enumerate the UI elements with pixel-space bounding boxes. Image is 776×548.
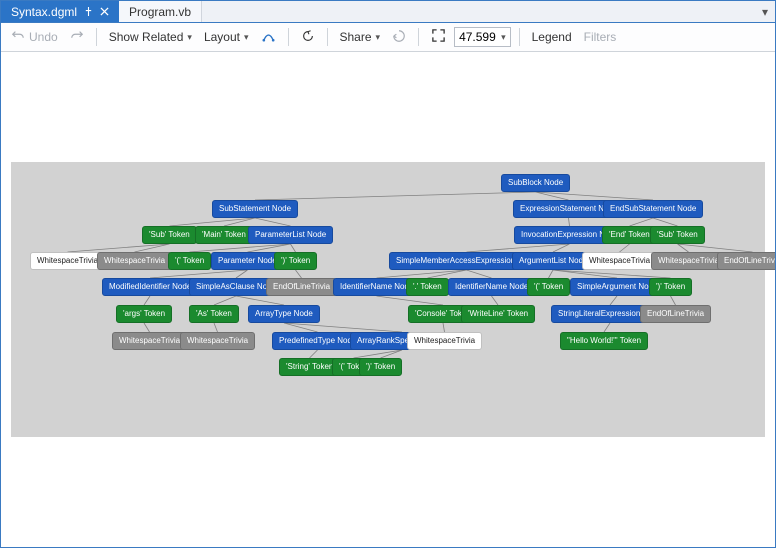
graph-node[interactable]: WhitespaceTrivia xyxy=(407,332,482,350)
layout-label: Layout xyxy=(204,30,240,44)
pin-icon[interactable] xyxy=(83,7,93,16)
redo-button[interactable] xyxy=(66,27,88,48)
refresh-icon xyxy=(301,29,315,46)
refresh-button[interactable] xyxy=(297,27,319,48)
fit-zoom-button[interactable] xyxy=(427,26,450,48)
graph-node[interactable]: WhitespaceTrivia xyxy=(582,252,657,270)
graph-node[interactable]: '.' Token xyxy=(406,278,449,296)
graph-node[interactable]: WhitespaceTrivia xyxy=(651,252,726,270)
chevron-down-icon: ▾ xyxy=(376,32,381,43)
graph-node[interactable]: EndOfLineTrivia xyxy=(717,252,775,270)
graph-node[interactable]: 'Main' Token xyxy=(195,226,253,244)
share-dropdown[interactable]: Share ▾ xyxy=(336,28,385,46)
tab-syntax-dgml[interactable]: Syntax.dgml xyxy=(1,1,119,22)
neighborhood-mode-button[interactable] xyxy=(257,26,280,48)
graph-node[interactable]: WhitespaceTrivia xyxy=(30,252,105,270)
separator xyxy=(96,28,97,46)
undo-icon xyxy=(11,29,25,46)
show-related-label: Show Related xyxy=(109,30,184,44)
separator xyxy=(288,28,289,46)
chevron-down-icon: ▾ xyxy=(762,5,768,19)
close-icon[interactable] xyxy=(99,7,109,16)
redo-icon xyxy=(70,29,84,46)
graph-node[interactable]: ')' Token xyxy=(274,252,317,270)
graph-node[interactable]: 'End' Token xyxy=(602,226,657,244)
tab-bar: Syntax.dgml Program.vb ▾ xyxy=(1,1,775,23)
graph-node[interactable]: SubBlock Node xyxy=(501,174,570,192)
tab-overflow-menu[interactable]: ▾ xyxy=(755,1,775,22)
zoom-input[interactable]: ▾ xyxy=(454,27,511,47)
graph-node[interactable]: EndOfLineTrivia xyxy=(640,305,711,323)
graph-node[interactable]: EndSubStatement Node xyxy=(603,200,703,218)
filters-button[interactable]: Filters xyxy=(580,28,621,46)
graph-node[interactable]: 'As' Token xyxy=(189,305,239,323)
graph-node[interactable]: IdentifierName Node xyxy=(448,278,535,296)
graph-node[interactable]: SubStatement Node xyxy=(212,200,298,218)
graph-node[interactable]: WhitespaceTrivia xyxy=(97,252,172,270)
filters-label: Filters xyxy=(584,30,617,44)
undo-button[interactable]: Undo xyxy=(7,27,62,48)
canvas-area[interactable]: SubBlock NodeSubStatement NodeExpression… xyxy=(1,52,775,547)
graph-node[interactable]: ')' Token xyxy=(649,278,692,296)
graph-node[interactable]: 'Sub' Token xyxy=(650,226,705,244)
separator xyxy=(418,28,419,46)
chevron-down-icon: ▾ xyxy=(244,32,249,43)
graph-node[interactable]: ParameterList Node xyxy=(248,226,333,244)
graph-node[interactable]: WhitespaceTrivia xyxy=(180,332,255,350)
tab-label: Program.vb xyxy=(129,5,191,19)
tab-program-vb[interactable]: Program.vb xyxy=(119,1,202,22)
tab-label: Syntax.dgml xyxy=(11,5,77,19)
show-related-dropdown[interactable]: Show Related ▾ xyxy=(105,28,196,46)
graph-node[interactable]: ')' Token xyxy=(359,358,402,376)
separator xyxy=(519,28,520,46)
neighborhood-icon xyxy=(261,28,276,46)
legend-label: Legend xyxy=(532,30,572,44)
export-icon xyxy=(392,29,406,46)
graph-node[interactable]: '(' Token xyxy=(168,252,211,270)
undo-label: Undo xyxy=(29,30,58,44)
graph-node[interactable]: '(' Token xyxy=(527,278,570,296)
chevron-down-icon: ▾ xyxy=(187,32,192,43)
window: Syntax.dgml Program.vb ▾ Undo xyxy=(0,0,776,548)
chevron-down-icon: ▾ xyxy=(501,32,506,43)
graph-node[interactable]: 'WriteLine' Token xyxy=(461,305,535,323)
graph-node[interactable]: WhitespaceTrivia xyxy=(112,332,187,350)
graph-canvas[interactable]: SubBlock NodeSubStatement NodeExpression… xyxy=(11,162,765,437)
tab-filler xyxy=(202,1,755,22)
graph-node[interactable]: Parameter Node xyxy=(211,252,284,270)
graph-node[interactable]: "Hello World!"' Token xyxy=(560,332,648,350)
layout-dropdown[interactable]: Layout ▾ xyxy=(200,28,253,46)
graph-node[interactable]: ArrayType Node xyxy=(248,305,320,323)
toolbar: Undo Show Related ▾ Layout ▾ xyxy=(1,23,775,52)
legend-button[interactable]: Legend xyxy=(528,28,576,46)
share-label: Share xyxy=(340,30,372,44)
graph-node[interactable]: 'Sub' Token xyxy=(142,226,197,244)
fit-icon xyxy=(431,28,446,46)
graph-node[interactable]: EndOfLineTrivia xyxy=(266,278,337,296)
zoom-field[interactable] xyxy=(459,30,497,44)
graph-node[interactable]: ModifiedIdentifier Node xyxy=(102,278,198,296)
separator xyxy=(327,28,328,46)
graph-node[interactable]: 'args' Token xyxy=(116,305,172,323)
export-button[interactable] xyxy=(388,27,410,48)
